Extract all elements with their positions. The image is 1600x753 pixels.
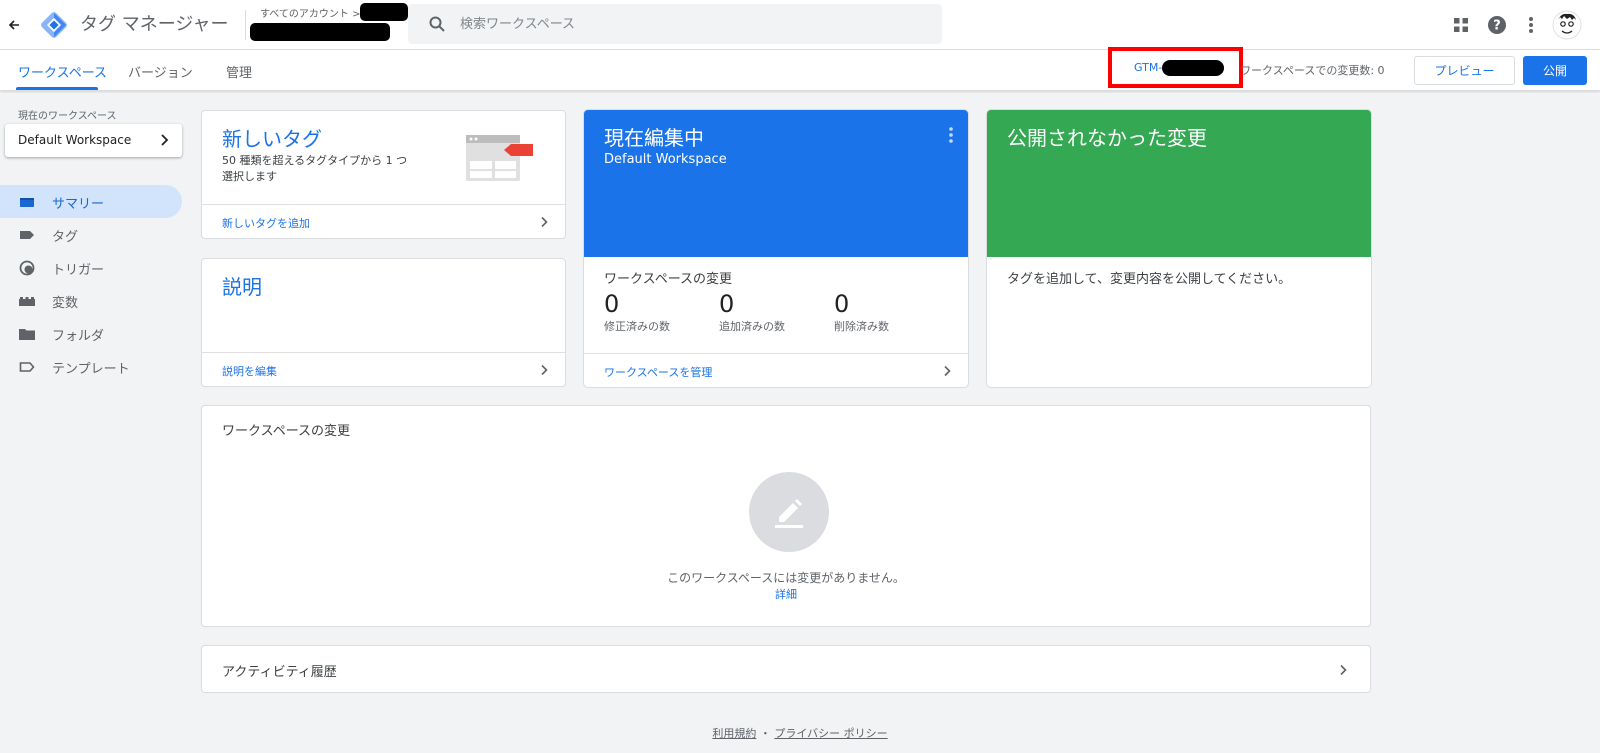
preview-button[interactable]: プレビュー: [1414, 56, 1515, 85]
details-link[interactable]: 詳細: [202, 586, 1370, 602]
variable-icon: [19, 297, 35, 306]
workspace-selector[interactable]: Default Workspace: [5, 124, 182, 157]
back-arrow-icon[interactable]: [4, 13, 24, 37]
tag-manager-logo-icon: [41, 12, 67, 38]
workspace-changes-title: ワークスペースの変更: [604, 272, 733, 287]
workspace-changes-panel-title: ワークスペースの変更: [222, 424, 351, 439]
current-editing-header: 現在編集中 Default Workspace: [584, 110, 968, 257]
avatar[interactable]: [1552, 10, 1582, 40]
sidebar-item-variables[interactable]: 変数: [0, 284, 182, 317]
help-icon[interactable]: ?: [1486, 14, 1508, 36]
new-tag-title[interactable]: 新しいタグ: [222, 123, 322, 152]
sidebar-item-label: フォルダ: [52, 329, 105, 344]
current-editing-title: 現在編集中: [604, 126, 704, 150]
sidebar-item-label: 変数: [52, 296, 79, 311]
footer: 利用規約 ・ プライバシー ポリシー: [0, 725, 1600, 741]
search-input[interactable]: [460, 4, 920, 44]
activity-history-panel[interactable]: アクティビティ履歴: [201, 645, 1371, 693]
deleted-label: 削除済み数: [834, 320, 889, 333]
deleted-count: 0: [834, 290, 850, 318]
tag-illustration-icon: [466, 135, 533, 181]
current-workspace-caption: 現在のワークスペース: [18, 111, 117, 122]
sidebar-item-label: トリガー: [52, 263, 105, 278]
activity-history-title[interactable]: アクティビティ履歴: [222, 661, 337, 680]
no-changes-message: このワークスペースには変更がありません。: [667, 571, 905, 585]
modified-count: 0: [604, 290, 620, 318]
description-title: 説明: [222, 275, 262, 299]
edit-pencil-icon: [775, 499, 803, 528]
footer-separator: ・: [759, 727, 771, 740]
more-vert-icon[interactable]: [948, 126, 954, 144]
container-id-highlight: GTM-: [1108, 47, 1243, 88]
chevron-right-icon: [1340, 664, 1347, 676]
sidebar-item-triggers[interactable]: トリガー: [0, 251, 182, 284]
workspace-name: Default Workspace: [18, 133, 132, 147]
active-tab-indicator: [16, 87, 98, 90]
top-app-bar: タグ マネージャー すべてのアカウント > ?: [0, 0, 1600, 50]
tab-admin[interactable]: 管理: [226, 62, 252, 81]
manage-workspaces-link[interactable]: ワークスペースを管理: [604, 364, 712, 380]
empty-state: [749, 472, 829, 552]
new-tag-description: 50 種類を超えるタグタイプから 1 つ選択します: [222, 154, 408, 183]
workspace-changes-count: ワークスペースでの変更数: 0: [1240, 64, 1385, 77]
modified-label: 修正済みの数: [604, 320, 670, 333]
chevron-right-icon: [161, 134, 169, 146]
folder-icon: [19, 329, 35, 340]
added-count: 0: [719, 290, 735, 318]
terms-link[interactable]: 利用規約: [712, 727, 756, 740]
sidebar-item-label: テンプレート: [52, 362, 130, 377]
unpublished-header: 公開されなかった変更: [987, 110, 1371, 257]
summary-icon: [20, 198, 34, 207]
privacy-policy-link[interactable]: プライバシー ポリシー: [774, 727, 887, 740]
apps-grid-icon[interactable]: [1450, 14, 1472, 36]
trigger-icon: [19, 260, 35, 276]
added-stat: 0 追加済みの数: [719, 290, 829, 334]
redacted-account-name: [360, 3, 408, 21]
template-icon: [19, 362, 35, 372]
workspace-search[interactable]: [408, 4, 942, 44]
current-workspace-name: Default Workspace: [604, 152, 727, 167]
sidebar-item-label: タグ: [52, 230, 79, 245]
added-label: 追加済みの数: [719, 320, 785, 333]
tab-versions[interactable]: バージョン: [128, 62, 193, 81]
divider: [245, 10, 246, 40]
sidebar-item-templates[interactable]: テンプレート: [0, 350, 182, 383]
tab-workspace[interactable]: ワークスペース: [18, 62, 107, 81]
modified-stat: 0 修正済みの数: [604, 290, 714, 334]
current-editing-card: 現在編集中 Default Workspace ワークスペースの変更 0 修正済…: [584, 110, 968, 387]
svg-text:?: ?: [1493, 19, 1501, 34]
tag-icon: [20, 231, 34, 239]
unpublished-title: 公開されなかった変更: [1007, 126, 1207, 150]
add-new-tag-link[interactable]: 新しいタグを追加: [222, 215, 310, 231]
description-card: 説明 説明を編集: [201, 258, 566, 387]
secondary-nav: ワークスペース バージョン 管理 GTM- ワークスペースでの変更数: 0 プレ…: [0, 47, 1600, 91]
chevron-right-icon: [541, 364, 548, 376]
redacted-container-name[interactable]: [250, 23, 390, 41]
publish-button[interactable]: 公開: [1523, 56, 1587, 85]
deleted-stat: 0 削除済み数: [834, 290, 944, 334]
sidebar-item-tags[interactable]: タグ: [0, 218, 182, 251]
description-footer[interactable]: 説明を編集: [202, 352, 565, 386]
new-tag-footer[interactable]: 新しいタグを追加: [202, 204, 565, 238]
sidebar-item-label: サマリー: [52, 197, 105, 212]
sidebar-item-folders[interactable]: フォルダ: [0, 317, 182, 350]
app-title: タグ マネージャー: [80, 14, 229, 35]
current-editing-footer[interactable]: ワークスペースを管理: [584, 353, 968, 387]
unpublished-message: タグを追加して、変更内容を公開してください。: [1007, 272, 1292, 287]
breadcrumb-accounts[interactable]: すべてのアカウント >: [260, 5, 360, 20]
sidebar-item-summary[interactable]: サマリー: [0, 185, 182, 218]
edit-description-link[interactable]: 説明を編集: [222, 363, 277, 379]
redacted-container-id: [1162, 60, 1224, 76]
unpublished-changes-card: 公開されなかった変更 タグを追加して、変更内容を公開してください。: [987, 110, 1371, 387]
more-vert-icon[interactable]: [1520, 14, 1542, 36]
container-id-prefix[interactable]: GTM-: [1134, 61, 1162, 74]
chevron-right-icon: [541, 216, 548, 228]
new-tag-card[interactable]: 新しいタグ 50 種類を超えるタグタイプから 1 つ選択します 新しいタグを追加: [201, 110, 566, 239]
workspace-changes-panel: ワークスペースの変更 このワークスペースには変更がありません。 詳細: [201, 405, 1371, 627]
chevron-right-icon: [944, 365, 951, 377]
search-icon: [429, 16, 445, 32]
